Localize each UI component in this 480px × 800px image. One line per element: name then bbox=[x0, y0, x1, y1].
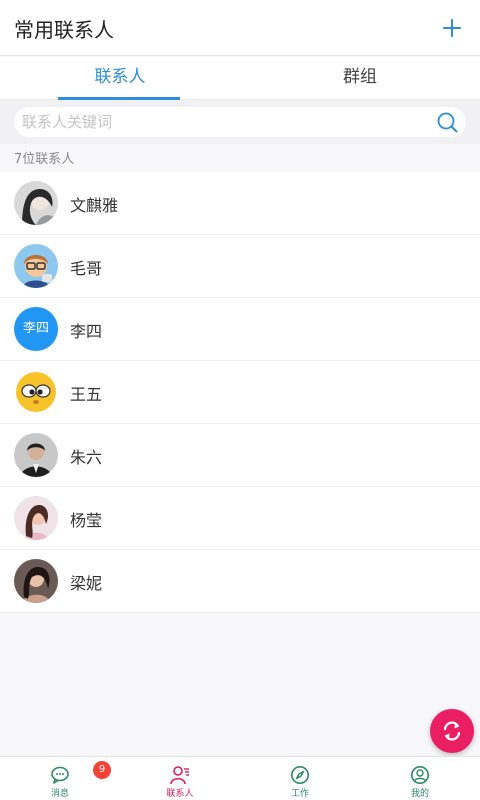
emoji-face-avatar bbox=[14, 370, 58, 414]
contact-row[interactable]: 杨莹 bbox=[0, 487, 480, 550]
nav-label: 我的 bbox=[410, 789, 429, 799]
refresh-icon bbox=[443, 721, 461, 741]
photo-man-avatar bbox=[14, 433, 58, 477]
contact-row[interactable]: 王五 bbox=[0, 361, 480, 424]
search-input[interactable] bbox=[22, 107, 422, 137]
contact-row[interactable]: 李四 李四 bbox=[0, 298, 480, 361]
photo-woman-avatar bbox=[14, 496, 58, 540]
nav-label: 联系人 bbox=[166, 789, 194, 799]
unread-badge: 9 bbox=[93, 761, 111, 779]
contact-name: 杨莹 bbox=[70, 511, 103, 530]
nav-contacts[interactable]: 联系人 bbox=[120, 757, 240, 800]
nav-messages[interactable]: 消息 9 bbox=[0, 757, 120, 800]
contacts-icon bbox=[170, 766, 189, 785]
nav-work[interactable]: 工作 bbox=[240, 757, 360, 800]
text-avatar: 李四 bbox=[14, 307, 58, 351]
nav-label: 消息 bbox=[50, 789, 69, 799]
photo-woman-avatar bbox=[14, 559, 58, 603]
contact-name: 毛哥 bbox=[70, 259, 103, 278]
tab-contacts[interactable]: 联系人 bbox=[0, 57, 240, 100]
nav-profile[interactable]: 我的 bbox=[360, 757, 480, 800]
app-header: 常用联系人 bbox=[0, 0, 480, 56]
contact-row[interactable]: 毛哥 bbox=[0, 235, 480, 298]
contact-name: 李四 bbox=[70, 322, 103, 341]
search-box bbox=[14, 107, 466, 137]
refresh-fab[interactable] bbox=[430, 709, 474, 753]
nav-label: 工作 bbox=[290, 789, 309, 799]
tab-bar: 联系人 群组 bbox=[0, 57, 480, 100]
compass-icon bbox=[291, 766, 309, 784]
bottom-nav: 消息 9 联系人 工作 我的 bbox=[0, 756, 480, 800]
contact-row[interactable]: 朱六 bbox=[0, 424, 480, 487]
contact-list: 文麒雅 毛哥 李四 李四 王五 朱六 杨莹 梁妮 bbox=[0, 172, 480, 613]
contact-row[interactable]: 文麒雅 bbox=[0, 172, 480, 235]
cartoon-man-avatar bbox=[14, 244, 58, 288]
contact-count: 7位联系人 bbox=[14, 152, 75, 167]
profile-icon bbox=[411, 766, 429, 784]
search-bar bbox=[0, 100, 480, 144]
contact-name: 王五 bbox=[70, 385, 103, 404]
contact-name: 朱六 bbox=[70, 448, 103, 467]
contact-name: 文麒雅 bbox=[70, 196, 119, 215]
add-contact-button[interactable] bbox=[434, 10, 470, 46]
tab-groups[interactable]: 群组 bbox=[240, 57, 480, 100]
search-icon[interactable] bbox=[436, 111, 458, 133]
contact-row[interactable]: 梁妮 bbox=[0, 550, 480, 613]
contact-name: 梁妮 bbox=[70, 574, 103, 593]
page-title: 常用联系人 bbox=[14, 18, 114, 42]
photo-woman-avatar bbox=[14, 181, 58, 225]
chat-icon bbox=[51, 766, 69, 784]
